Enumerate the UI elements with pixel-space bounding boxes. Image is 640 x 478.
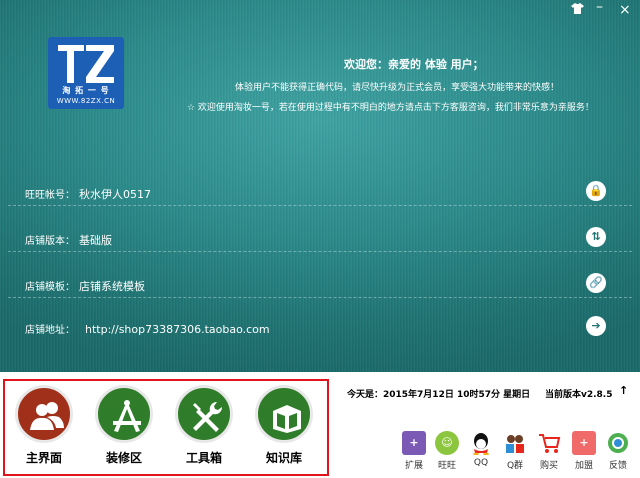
- tools-icon: [175, 385, 233, 443]
- tool-feedback[interactable]: 反馈: [605, 431, 631, 471]
- welcome-message: ☆ 欢迎使用淘妆一号，若在使用过程中有不明白的地方请点击下方客服咨询，我们非常乐…: [187, 103, 594, 113]
- info-label: 店铺版本： 基础版: [25, 234, 112, 247]
- tool-label: 旺旺: [437, 461, 456, 471]
- qq-group-icon: [503, 431, 527, 455]
- tool-buy[interactable]: 购买: [536, 431, 562, 471]
- nav-label: 装修区: [105, 451, 142, 465]
- tool-qq[interactable]: QQ: [468, 431, 494, 468]
- tool-label: Q群: [506, 461, 524, 471]
- info-value: 店铺系统模板: [79, 280, 145, 293]
- nav-label: 工具箱: [185, 451, 222, 465]
- tool-join[interactable]: + 加盟: [571, 431, 597, 471]
- info-label: 旺旺帐号： 秋水伊人0517: [25, 188, 151, 201]
- tool-label: 加盟: [574, 461, 593, 471]
- extend-icon: +: [402, 431, 426, 455]
- cart-icon: [537, 431, 561, 455]
- info-label: 店铺模板： 店铺系统模板: [25, 280, 145, 293]
- logo-chinese: 淘 拓 一 号: [62, 86, 110, 95]
- logo-url: WWW.82ZX.CN: [56, 97, 116, 105]
- info-label: 店铺地址： http://shop73387306.taobao.com: [25, 323, 270, 336]
- nav-label: 主界面: [25, 451, 62, 465]
- nav-knowledge[interactable]: 知识库: [249, 385, 319, 473]
- info-row-version: 店铺版本： 基础版 ⇅: [0, 218, 640, 262]
- books-icon: [255, 385, 313, 443]
- footer-panel: 主界面 装修区 工具箱 知识库 今天是：2015年7月12日 10时57分 星期…: [0, 372, 640, 478]
- info-value: 基础版: [79, 234, 112, 247]
- info-row-address: 店铺地址： http://shop73387306.taobao.com ➔: [0, 307, 640, 351]
- main-nav: 主界面 装修区 工具箱 知识库: [3, 379, 329, 476]
- users-icon: [15, 385, 73, 443]
- welcome-title: 欢迎您：亲爱的 体验 用户；: [344, 58, 484, 71]
- info-value: http://shop73387306.taobao.com: [85, 323, 270, 336]
- qq-icon: [469, 431, 493, 456]
- minimize-button[interactable]: –: [596, 0, 603, 14]
- header-panel: – × 淘 拓 一 号 WWW.82ZX.CN 欢迎您：亲爱的 体验 用户； 体…: [0, 0, 640, 372]
- welcome-notice: 体验用户不能获得正确代码，请尽快升级为正式会员，享受强大功能带来的快感！: [235, 83, 560, 93]
- tool-wangwang[interactable]: ☺ 旺旺: [434, 431, 460, 471]
- app-logo: 淘 拓 一 号 WWW.82ZX.CN: [48, 37, 124, 109]
- info-row-template: 店铺模板： 店铺系统模板 🔗: [0, 264, 640, 308]
- nav-home[interactable]: 主界面: [9, 385, 79, 473]
- arrow-right-icon[interactable]: ➔: [586, 316, 606, 336]
- tool-label: 反馈: [608, 461, 627, 471]
- nav-decoration[interactable]: 装修区: [89, 385, 159, 473]
- wangwang-icon: ☺: [435, 431, 459, 455]
- tool-qgroup[interactable]: Q群: [502, 431, 528, 471]
- info-row-wangwang: 旺旺帐号： 秋水伊人0517 🔒: [0, 172, 640, 216]
- nav-toolbox[interactable]: 工具箱: [169, 385, 239, 473]
- swap-icon[interactable]: ⇅: [586, 227, 606, 247]
- close-button[interactable]: ×: [619, 3, 631, 17]
- tool-label: 购买: [539, 461, 558, 471]
- current-date: 今天是：2015年7月12日 10时57分 星期日: [347, 390, 531, 400]
- tool-label: QQ: [473, 458, 489, 468]
- info-value: 秋水伊人0517: [79, 188, 151, 201]
- lock-icon[interactable]: 🔒: [586, 181, 606, 201]
- tool-label: 扩展: [404, 461, 423, 471]
- link-icon[interactable]: 🔗: [586, 273, 606, 293]
- scroll-top-button[interactable]: ↑: [619, 384, 628, 397]
- version-label: 当前版本v2.8.5: [545, 390, 613, 400]
- feedback-icon: [606, 431, 630, 455]
- compass-ruler-icon: [95, 385, 153, 443]
- join-icon: +: [572, 431, 596, 455]
- tool-extend[interactable]: + 扩展: [401, 431, 427, 471]
- nav-label: 知识库: [265, 451, 302, 465]
- shirt-icon[interactable]: [571, 3, 584, 18]
